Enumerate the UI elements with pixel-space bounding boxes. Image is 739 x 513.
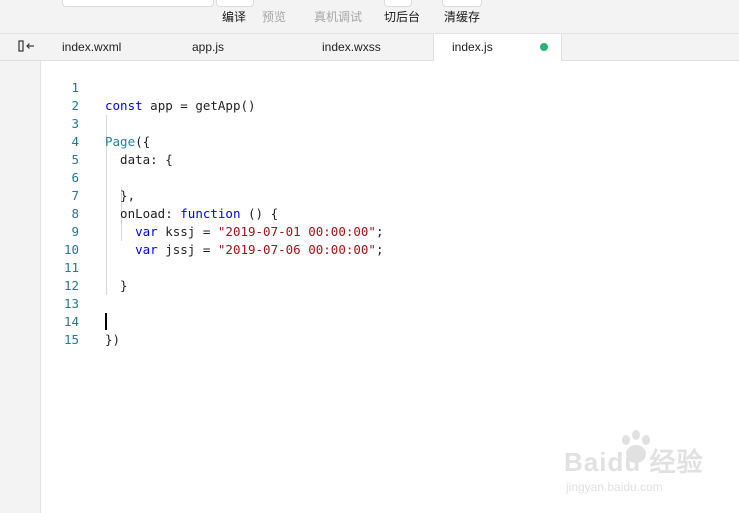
tab-label: index.wxss: [322, 40, 381, 54]
code-line: 1 const app = getApp(): [41, 61, 739, 113]
code-line: 13: [41, 277, 739, 311]
collapse-sidebar-icon[interactable]: [18, 39, 36, 55]
unsaved-changes-icon: [540, 43, 548, 51]
code-line: 6 },: [41, 151, 739, 203]
compile-button[interactable]: 编译: [222, 9, 246, 25]
code-line: 2: [41, 79, 739, 113]
tab-index-wxml[interactable]: index.wxml: [45, 34, 175, 60]
toolbar: 编译 预览 真机调试 切后台 清缓存: [0, 0, 739, 34]
line-code: }): [105, 332, 121, 347]
tab-index-wxss[interactable]: index.wxss: [305, 34, 433, 60]
collapse-sidebar-icon-svg: [18, 40, 34, 52]
code-line: 8 var kssj = "2019-07-01 00:00:00";: [41, 187, 739, 239]
tab-label: app.js: [192, 40, 225, 54]
watermark-url: jingyan.baidu.com: [566, 480, 663, 494]
tab-label: index.wxml: [62, 40, 122, 54]
toolbar-chip: [442, 0, 482, 7]
code-line: 14 }): [41, 295, 739, 347]
side-gutter: [0, 61, 41, 513]
code-line: 12: [41, 259, 739, 293]
tab-app-js[interactable]: app.js: [175, 34, 305, 60]
line-number: 15: [63, 332, 79, 347]
tab-index-js[interactable]: index.js: [433, 34, 562, 61]
code-line: 15: [41, 313, 739, 347]
text-cursor: [105, 313, 107, 330]
code-line: 10: [41, 223, 739, 257]
preview-button[interactable]: 预览: [262, 9, 286, 25]
code-line: 7 onLoad: function () {: [41, 169, 739, 221]
background-button[interactable]: 切后台: [384, 9, 420, 25]
toolbar-chip: [216, 0, 254, 7]
baidu-watermark: Baidu 经验 jingyan.baidu.com: [564, 428, 734, 498]
toolbar-chip: [384, 0, 412, 7]
tab-label: index.js: [452, 40, 493, 54]
code-line: 9 var jssj = "2019-07-06 00:00:00";: [41, 205, 739, 257]
code-line: 5: [41, 133, 739, 167]
clear-cache-button[interactable]: 清缓存: [444, 9, 480, 25]
toolbar-chip: [62, 0, 214, 7]
remote-debug-button[interactable]: 真机调试: [314, 9, 362, 25]
watermark-brand: Baidu 经验: [564, 447, 704, 477]
code-line: 4 data: {: [41, 115, 739, 167]
code-line: 11 }: [41, 241, 739, 293]
code-line: 3 Page({: [41, 97, 739, 149]
tab-bar: index.wxml app.js index.wxss index.js: [0, 34, 739, 61]
